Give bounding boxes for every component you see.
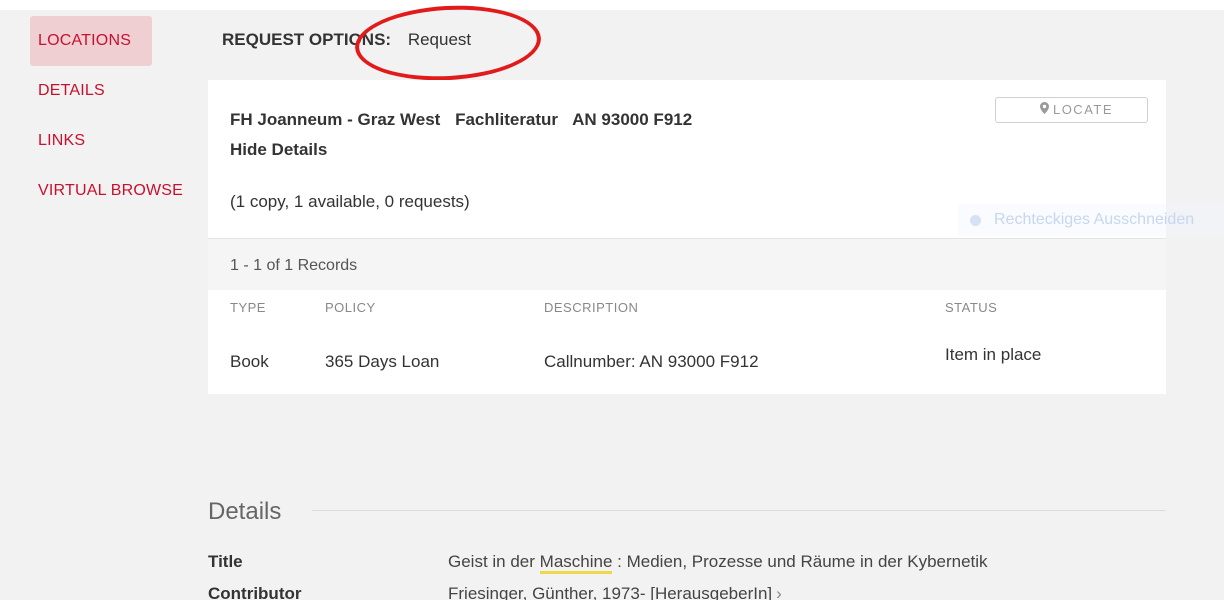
sidebar-item-details[interactable]: DETAILS: [30, 66, 200, 116]
sidebar-nav: LOCATIONS DETAILS LINKS VIRTUAL BROWSE: [30, 16, 200, 216]
sidebar-item-virtual-browse[interactable]: VIRTUAL BROWSE: [30, 166, 200, 216]
availability-summary: (1 copy, 1 available, 0 requests): [230, 192, 470, 211]
item-type: Book: [230, 352, 269, 371]
snipping-tool-overlay: Rechteckiges Ausschneiden: [958, 204, 1224, 236]
details-heading: Details: [208, 498, 282, 525]
column-header-policy: POLICY: [325, 300, 376, 315]
detail-label-title: Title: [208, 552, 243, 571]
snip-icon: [970, 215, 981, 226]
top-strip: [0, 0, 1224, 10]
column-header-description: DESCRIPTION: [544, 300, 639, 315]
records-count: 1 - 1 of 1 Records: [208, 238, 1166, 290]
locate-label: LOCATE: [1052, 102, 1114, 117]
holding-heading: FH Joanneum - Graz West Fachliteratur AN…: [230, 110, 702, 130]
detail-value-contributor: Friesinger, Günther, 1973- [HerausgeberI…: [448, 584, 782, 600]
column-header-type: TYPE: [230, 300, 266, 315]
map-marker-icon: [1039, 98, 1049, 122]
item-status: Item in place: [945, 345, 1042, 364]
hide-details-link[interactable]: Hide Details: [230, 140, 327, 160]
detail-value-title: Geist in der Maschine : Medien, Prozesse…: [448, 552, 988, 574]
holding-library: FH Joanneum - Graz West: [230, 110, 441, 129]
title-text-pre: Geist in der: [448, 552, 540, 571]
detail-label-contributor: Contributor: [208, 584, 302, 600]
item-description: Callnumber: AN 93000 F912: [544, 352, 759, 371]
sidebar-item-locations[interactable]: LOCATIONS: [30, 16, 152, 66]
column-header-status: STATUS: [945, 300, 998, 315]
request-options-label: REQUEST OPTIONS:: [222, 30, 392, 49]
title-highlight: Maschine: [539, 552, 613, 574]
holding-callnumber: AN 93000 F912: [572, 110, 693, 129]
title-text-post: : Medien, Prozesse und Räume in der Kybe…: [612, 552, 988, 571]
chevron-right-icon: ›: [776, 584, 782, 600]
details-divider: [312, 510, 1166, 511]
contributor-link[interactable]: Friesinger, Günther, 1973- [HerausgeberI…: [448, 584, 772, 600]
overlay-text: Rechteckiges Ausschneiden: [994, 211, 1195, 228]
item-policy: 365 Days Loan: [325, 352, 440, 371]
holding-collection: Fachliteratur: [455, 110, 559, 129]
request-link[interactable]: Request: [408, 30, 471, 49]
request-options: REQUEST OPTIONS: Request: [222, 30, 471, 50]
sidebar-item-links[interactable]: LINKS: [30, 116, 200, 166]
locate-button[interactable]: LOCATE: [995, 97, 1148, 123]
holding-card: FH Joanneum - Graz West Fachliteratur AN…: [208, 80, 1166, 394]
